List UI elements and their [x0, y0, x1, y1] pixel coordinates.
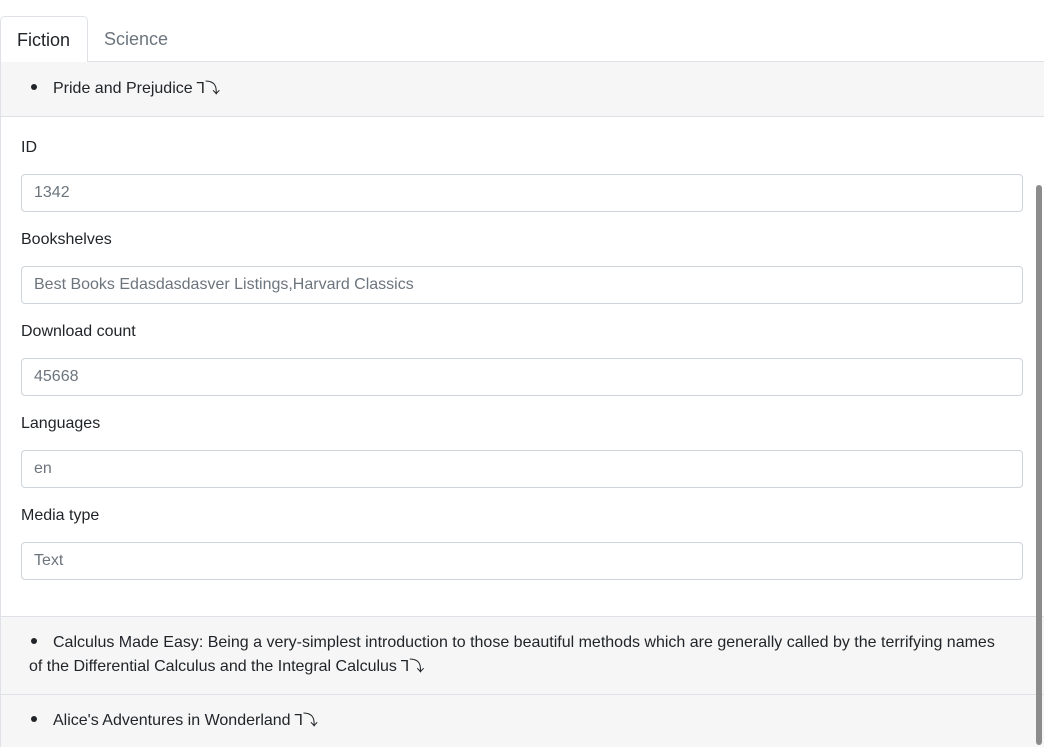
download-count-label: Download count — [21, 323, 136, 340]
languages-field[interactable]: en — [21, 450, 1023, 488]
bookshelves-field[interactable]: Best Books Edasdasdasver Listings,Harvar… — [21, 266, 1023, 304]
book-details: ID 1342 Bookshelves Best Books Edasdasda… — [1, 117, 1044, 617]
bullet-icon — [31, 637, 37, 644]
bookshelves-label: Bookshelves — [21, 231, 112, 248]
book-title: Pride and Prejudice — [53, 80, 193, 97]
media-type-field[interactable]: Text — [21, 542, 1023, 580]
category-tabs: Fiction Science — [0, 0, 1044, 63]
languages-label: Languages — [21, 415, 101, 432]
expand-toggle-icon[interactable]: ⅂⤵ — [197, 80, 220, 97]
bullet-icon — [31, 715, 37, 722]
book-item-pride-and-prejudice[interactable]: Pride and Prejudice ⅂⤵ — [1, 62, 1044, 117]
book-title: Calculus Made Easy: Being a very-simples… — [29, 634, 995, 675]
id-label: ID — [21, 139, 37, 156]
book-item-calculus-made-easy[interactable]: Calculus Made Easy: Being a very-simples… — [1, 617, 1044, 695]
download-count-field[interactable]: 45668 — [21, 358, 1023, 396]
scrollbar-thumb[interactable] — [1036, 185, 1042, 745]
expand-toggle-icon[interactable]: ⅂⤵ — [295, 712, 318, 729]
book-item-alice-in-wonderland[interactable]: Alice's Adventures in Wonderland ⅂⤵ — [1, 695, 1044, 747]
bullet-icon — [31, 83, 37, 90]
id-field[interactable]: 1342 — [21, 174, 1023, 212]
expand-toggle-icon[interactable]: ⅂⤵ — [401, 658, 424, 675]
tab-fiction[interactable]: Fiction — [0, 16, 88, 63]
book-list-panel: Pride and Prejudice ⅂⤵ ID 1342 Bookshelve… — [0, 62, 1044, 747]
book-title: Alice's Adventures in Wonderland — [53, 712, 291, 729]
tab-science[interactable]: Science — [88, 16, 184, 63]
media-type-label: Media type — [21, 507, 100, 524]
